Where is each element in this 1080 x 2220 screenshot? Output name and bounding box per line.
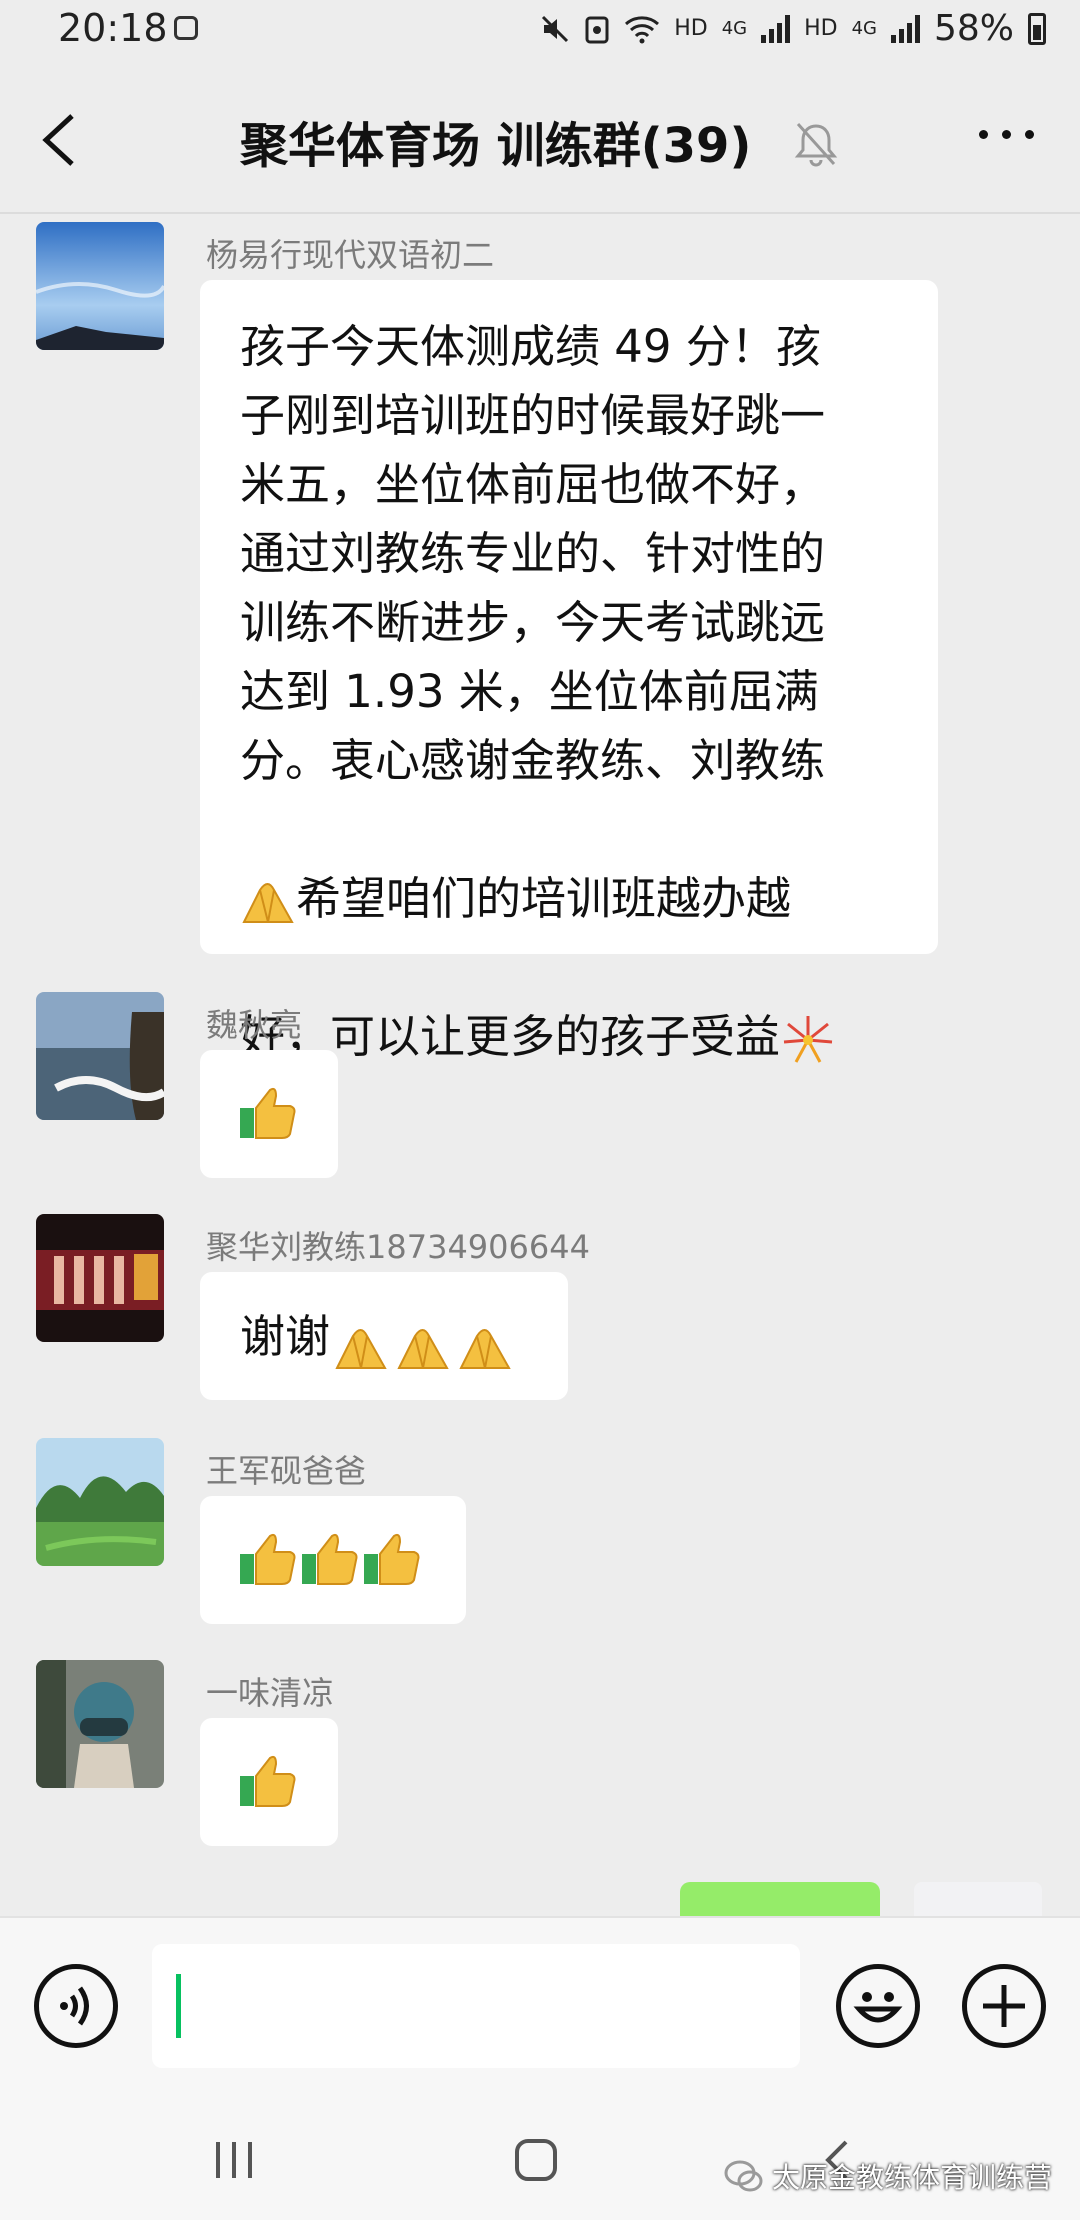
thumbs-up-icon xyxy=(240,1087,296,1139)
home-icon[interactable] xyxy=(514,2138,558,2182)
avatar[interactable] xyxy=(36,222,164,350)
avatar[interactable] xyxy=(36,1660,164,1788)
plus-icon xyxy=(983,1985,1025,2027)
thumbs-up-icon xyxy=(240,1533,296,1585)
folded-hands-icon xyxy=(242,883,294,923)
4g-label-1: 4G xyxy=(721,18,748,39)
avatar[interactable] xyxy=(36,992,164,1120)
system-navigation-bar: 太原金教练体育训练营 xyxy=(0,2086,1080,2220)
folded-hands-icon xyxy=(459,1328,511,1369)
status-time: 20:18 xyxy=(58,6,168,50)
fireworks-icon xyxy=(783,1016,833,1063)
message-bubble[interactable] xyxy=(200,1050,338,1178)
hd-label-1: HD xyxy=(674,16,708,41)
voice-input-button[interactable] xyxy=(34,1964,118,2048)
more-menu-icon[interactable] xyxy=(979,130,1034,139)
message-text: 谢谢 xyxy=(240,1310,331,1363)
input-bar xyxy=(0,1916,1080,2088)
smiley-icon xyxy=(853,1992,903,2023)
avatar[interactable] xyxy=(36,1438,164,1566)
message-bubble[interactable]: 谢谢 xyxy=(200,1272,568,1400)
hd-label-2: HD xyxy=(804,16,838,41)
thumbs-up-icon xyxy=(240,1755,296,1807)
header-divider xyxy=(0,212,1080,214)
recycle-icon xyxy=(585,16,609,43)
alarm-icon xyxy=(174,16,198,40)
message-bubble[interactable]: 孩子今天体测成绩 49 分！孩 子刚到培训班的时候最好跳一 米五，坐位体前屈也做… xyxy=(200,280,938,1063)
watermark: 太原金教练体育训练营 xyxy=(724,2156,1052,2196)
avatar[interactable] xyxy=(36,1214,164,1342)
signal-icon-2 xyxy=(890,14,920,43)
status-bar: 20:18 HD 4G HD 4G 58% xyxy=(0,0,1080,64)
sender-name: 一味清凉 xyxy=(206,1674,335,1712)
message-text: 孩子今天体测成绩 49 分！孩 子刚到培训班的时候最好跳一 米五，坐位体前屈也做… xyxy=(240,320,826,787)
thumbs-up-icon xyxy=(302,1533,358,1585)
sender-name: 魏秋亮 xyxy=(206,1006,303,1044)
chat-header: 聚华体育场 训练群(39) xyxy=(0,80,1080,200)
message-text-part: 希望咱们的培训班越办越 xyxy=(296,872,792,925)
self-avatar[interactable] xyxy=(914,1882,1042,1918)
emoji-button[interactable] xyxy=(836,1964,920,2048)
sender-name: 聚华刘教练18734906644 xyxy=(206,1228,590,1266)
4g-label-2: 4G xyxy=(851,18,877,39)
message-text-line: 好，可以让更多的孩子受益 xyxy=(240,933,908,1071)
message-bubble[interactable] xyxy=(200,1718,338,1846)
message-bubble[interactable] xyxy=(200,1496,466,1624)
voice-icon xyxy=(60,1986,89,2026)
sender-name: 杨易行现代双语初二 xyxy=(206,236,495,274)
thumbs-up-icon xyxy=(364,1533,420,1585)
back-arrow-icon[interactable] xyxy=(38,112,82,168)
mute-bell-icon xyxy=(794,122,838,167)
battery-percent: 58% xyxy=(933,8,1014,49)
chat-title: 聚华体育场 训练群(39) xyxy=(240,118,752,174)
watermark-text: 太原金教练体育训练营 xyxy=(772,2161,1053,2194)
signal-icon-1 xyxy=(761,14,791,43)
sender-name: 王军砚爸爸 xyxy=(206,1452,367,1490)
wechat-logo-icon xyxy=(724,2160,763,2192)
text-caret xyxy=(176,1974,181,2038)
more-functions-button[interactable] xyxy=(962,1964,1046,2048)
folded-hands-icon xyxy=(335,1328,387,1369)
self-message-bubble[interactable] xyxy=(680,1882,880,1918)
wifi-icon xyxy=(625,15,660,43)
battery-icon xyxy=(1028,12,1046,45)
status-icons: HD 4G HD 4G 58% xyxy=(540,8,1046,49)
folded-hands-icon xyxy=(397,1328,449,1369)
mute-icon xyxy=(542,15,569,42)
recent-apps-icon[interactable] xyxy=(212,2140,256,2180)
message-text-line: 希望咱们的培训班越办越 xyxy=(240,795,908,933)
message-input[interactable] xyxy=(152,1944,800,2068)
